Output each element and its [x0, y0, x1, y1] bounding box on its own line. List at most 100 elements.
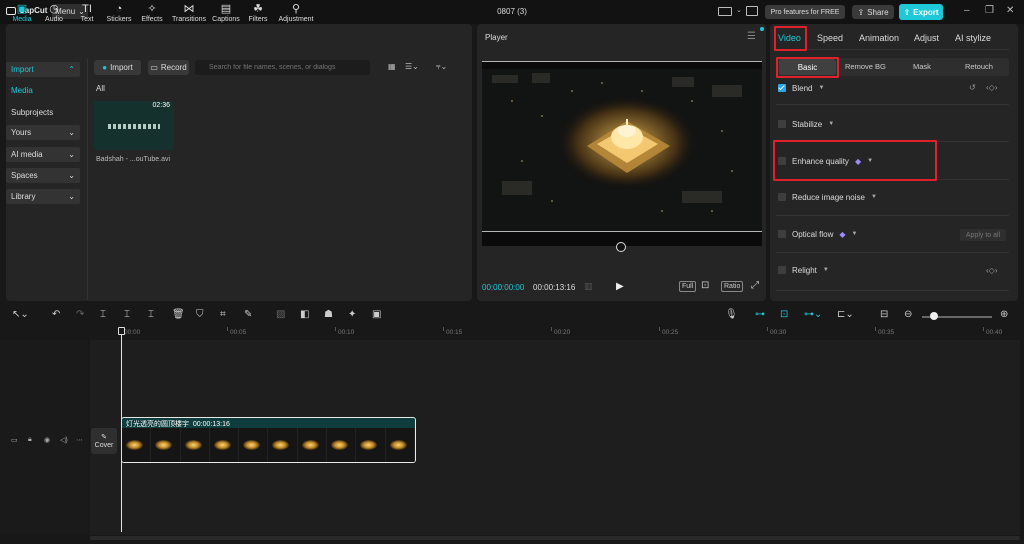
fullscreen-icon[interactable]: ⤢	[751, 280, 759, 291]
tab-effects[interactable]: ✧ Effects	[135, 4, 169, 26]
chevron-down-icon[interactable]: ▼	[852, 231, 858, 237]
play-icon[interactable]: ▶	[616, 281, 624, 292]
chevron-down-icon[interactable]: ▼	[823, 267, 829, 273]
timeline-grid-icon[interactable]: ▥	[584, 281, 593, 292]
option-reduce-noise[interactable]: Reduce image noise ▼	[778, 187, 1008, 207]
delete-icon[interactable]: 🗑	[172, 310, 185, 320]
mirror-icon[interactable]: ◧	[300, 310, 309, 320]
pro-features-button[interactable]: Pro features for FREE	[765, 5, 845, 19]
auto-snap-icon[interactable]: ⊡	[780, 310, 788, 320]
nav-ai-media[interactable]: AI media ⌄	[6, 147, 80, 162]
apply-to-all-button[interactable]: Apply to all	[960, 229, 1006, 241]
split-right-icon[interactable]: ⌶	[148, 310, 154, 320]
zoom-out-icon[interactable]: ⊖	[904, 310, 912, 320]
option-relight[interactable]: Relight ▼	[778, 260, 1008, 280]
tab-transitions[interactable]: ⋈ Transitions	[172, 4, 206, 26]
export-button[interactable]: ⇧ Export	[899, 4, 943, 20]
tab-audio[interactable]: ◷ Audio	[37, 4, 71, 26]
subtab-retouch[interactable]: Retouch	[965, 62, 993, 71]
optical-checkbox[interactable]	[778, 230, 786, 238]
filter-icon[interactable]: ⫧⌄	[436, 62, 447, 72]
shield-icon[interactable]: ⛉	[196, 310, 204, 320]
chevron-down-icon[interactable]: ▼	[828, 121, 834, 127]
nav-yours[interactable]: Yours ⌄	[6, 125, 80, 140]
video-preview[interactable]	[482, 61, 762, 246]
tab-filters[interactable]: ☘ Filters	[241, 4, 275, 26]
crop-icon[interactable]: ⌗	[220, 310, 226, 320]
fit-icon[interactable]: ⊡	[701, 280, 709, 291]
person-icon[interactable]: ☗	[324, 310, 333, 320]
tab-adjustment[interactable]: ⚲ Adjustment	[278, 4, 313, 26]
main-track-link-icon[interactable]: ⊶	[755, 310, 765, 320]
tab-animation[interactable]: Animation	[859, 33, 899, 43]
chevron-down-icon[interactable]: ▼	[871, 194, 877, 200]
relight-checkbox[interactable]	[778, 266, 786, 274]
layout-icon[interactable]	[718, 7, 732, 16]
horizontal-scrollbar[interactable]	[90, 536, 1020, 540]
nav-library[interactable]: Library ⌄	[6, 189, 80, 204]
smart-edit-icon[interactable]: ✎	[244, 310, 252, 320]
nav-import[interactable]: Import ⌃	[6, 62, 80, 77]
record-button[interactable]: ▭ Record	[148, 60, 189, 75]
stabilize-checkbox[interactable]	[778, 120, 786, 128]
reset-icon[interactable]: ↺	[969, 83, 976, 92]
zoom-in-icon[interactable]: ⊕	[1000, 310, 1008, 320]
blend-checkbox[interactable]	[778, 84, 786, 92]
rotate-icon[interactable]	[616, 242, 626, 252]
eye-icon[interactable]: ◉	[44, 436, 50, 444]
nav-subprojects[interactable]: Subprojects	[11, 108, 53, 117]
noise-checkbox[interactable]	[778, 193, 786, 201]
ratio-button[interactable]: Ratio	[721, 281, 744, 292]
sort-icon[interactable]: ☰⌄	[405, 62, 419, 71]
full-button[interactable]: Full	[679, 281, 697, 292]
tab-speed[interactable]: Speed	[817, 33, 843, 43]
screen-icon[interactable]	[746, 6, 758, 16]
playhead-handle[interactable]	[118, 327, 125, 335]
undo-icon[interactable]: ↶	[52, 310, 60, 320]
timeline-ruler[interactable]: 00:00 00:05 00:10 00:15 00:20 00:25 00:3…	[118, 327, 1018, 339]
subtab-remove-bg[interactable]: Remove BG	[845, 62, 886, 71]
caption-icon[interactable]: ▣	[372, 310, 381, 320]
maximize-icon[interactable]: ❐	[985, 5, 994, 16]
chevron-down-icon[interactable]: ⌄	[736, 6, 742, 14]
chevron-down-icon[interactable]: ▼	[818, 85, 824, 91]
search-input[interactable]	[195, 60, 370, 75]
linkage-icon[interactable]: ⊶⌄	[804, 310, 822, 320]
nav-spaces[interactable]: Spaces ⌄	[6, 168, 80, 183]
close-icon[interactable]: ✕	[1006, 5, 1014, 16]
tab-stickers[interactable]: ◔ Stickers	[102, 4, 136, 26]
tab-captions[interactable]: ▤ Captions	[209, 4, 243, 26]
audio-mute-icon[interactable]: ◁)	[60, 436, 68, 444]
select-tool-icon[interactable]: ↖⌄	[12, 310, 29, 320]
zoom-slider-handle[interactable]	[930, 312, 938, 320]
option-stabilize[interactable]: Stabilize ▼	[778, 114, 1008, 134]
more-icon[interactable]: ⋯	[76, 436, 83, 444]
playhead[interactable]	[121, 327, 122, 532]
tab-ai-stylize[interactable]: AI stylize	[955, 33, 991, 43]
nav-media[interactable]: Media	[11, 86, 33, 95]
tab-adjust[interactable]: Adjust	[914, 33, 939, 43]
grid-view-icon[interactable]: ▦	[388, 62, 396, 71]
keyframe-icon[interactable]: ‹◇›	[986, 266, 997, 275]
freeze-icon[interactable]: ▧	[276, 310, 285, 320]
tab-media[interactable]: ▣ Media	[5, 4, 39, 26]
share-button[interactable]: ⇪ Share	[852, 5, 894, 19]
lock-icon[interactable]: 🔒︎	[28, 436, 32, 444]
media-thumbnail[interactable]: 02:36	[94, 101, 174, 150]
magic-icon[interactable]: ✦	[348, 310, 356, 320]
minimize-icon[interactable]: –	[964, 5, 970, 16]
tab-text[interactable]: TI Text	[70, 4, 104, 26]
timeline-view-icon[interactable]: ⊟	[880, 310, 888, 320]
import-button[interactable]: ● Import	[94, 60, 141, 75]
clip-frames	[122, 428, 415, 462]
microphone-icon[interactable]: 🎙	[725, 310, 738, 320]
preview-axis-icon[interactable]: ⊏⌄	[837, 310, 854, 320]
video-clip[interactable]: 灯光透亮的圆顶楼宇 00:00:13:16	[121, 417, 416, 463]
keyframe-icon[interactable]: ‹◇›	[986, 83, 997, 92]
split-left-icon[interactable]: ⌶	[124, 310, 130, 320]
cover-button[interactable]: ✎ Cover	[91, 428, 117, 454]
split-icon[interactable]: ⌶	[100, 310, 106, 320]
menu-icon[interactable]: ☰	[747, 31, 756, 42]
redo-icon[interactable]: ↷	[76, 310, 84, 320]
subtab-mask[interactable]: Mask	[913, 62, 931, 71]
